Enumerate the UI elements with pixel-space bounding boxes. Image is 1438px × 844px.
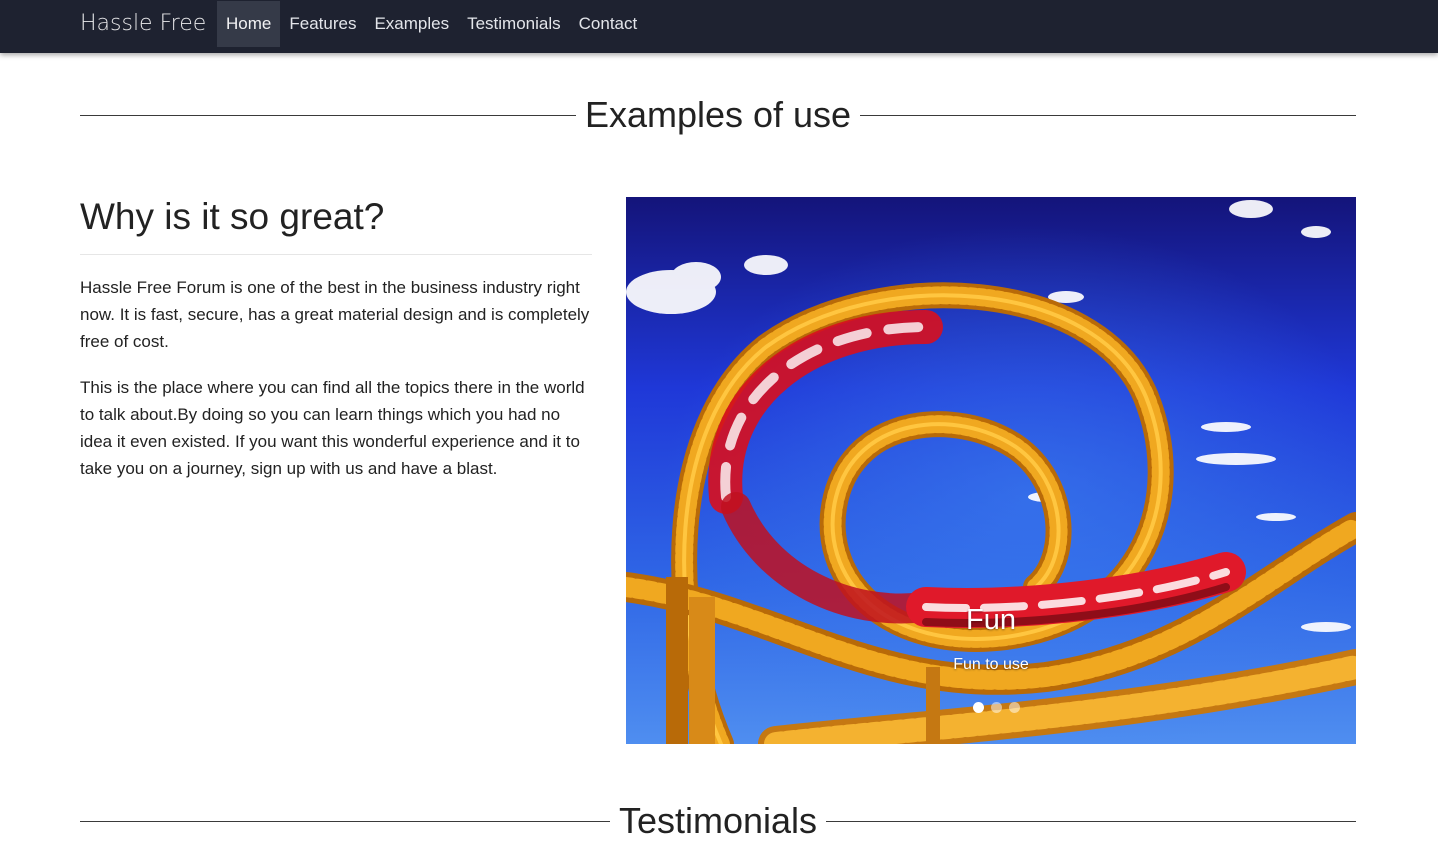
heading-rule-right xyxy=(860,114,1357,116)
heading-rule-right xyxy=(826,820,1357,822)
testimonials-section-heading: Testimonials xyxy=(80,798,1357,844)
examples-section-heading: Examples of use xyxy=(80,92,1357,138)
carousel-indicator-3[interactable] xyxy=(1008,702,1020,713)
why-great-column: Why is it so great? Hassle Free Forum is… xyxy=(80,196,592,482)
navbar: Hassle Free Home Features Examples Testi… xyxy=(0,0,1438,53)
nav-item-testimonials[interactable]: Testimonials xyxy=(458,1,570,47)
nav-item-contact[interactable]: Contact xyxy=(570,1,647,47)
carousel-indicator-2[interactable] xyxy=(990,702,1002,713)
description-paragraph-2: This is the place where you can find all… xyxy=(80,378,585,478)
description-paragraph-1: Hassle Free Forum is one of the best in … xyxy=(80,278,590,351)
examples-heading-text: Examples of use xyxy=(584,94,852,135)
nav-menu: Home Features Examples Testimonials Cont… xyxy=(217,1,646,47)
carousel-indicator-1[interactable] xyxy=(972,702,984,713)
nav-item-examples[interactable]: Examples xyxy=(365,1,458,47)
carousel-indicators xyxy=(626,702,1356,713)
testimonials-heading-text: Testimonials xyxy=(618,800,818,841)
heading-rule-left xyxy=(80,820,610,822)
carousel-caption-title: Fun xyxy=(966,604,1016,636)
why-great-title: Why is it so great? xyxy=(80,196,592,255)
heading-rule-left xyxy=(80,114,576,116)
brand-logo[interactable]: Hassle Free xyxy=(80,0,206,48)
nav-item-home[interactable]: Home xyxy=(217,1,281,47)
carousel-caption-text: Fun to use xyxy=(953,656,1029,673)
nav-item-features[interactable]: Features xyxy=(280,1,365,47)
